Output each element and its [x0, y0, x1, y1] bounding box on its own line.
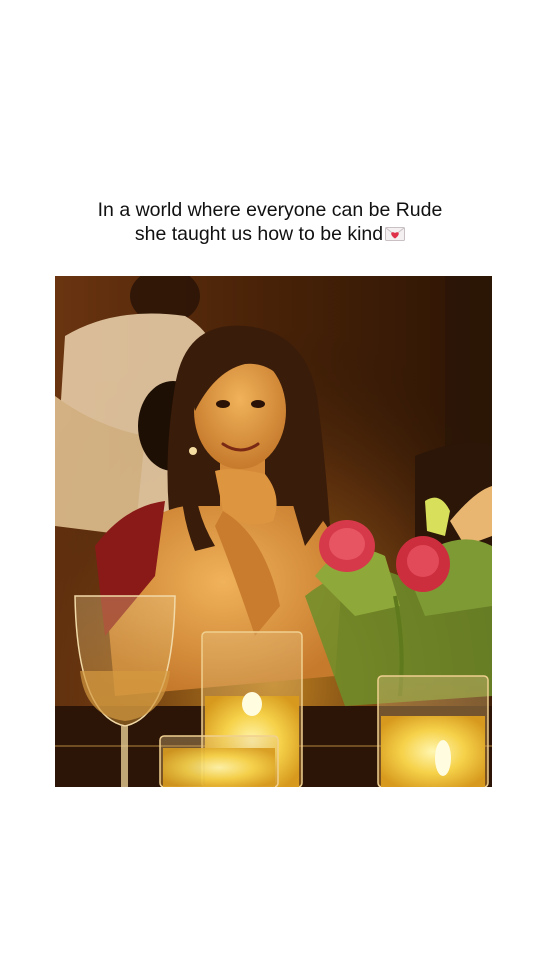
photo — [55, 276, 492, 787]
caption: In a world where everyone can be Rude sh… — [0, 198, 540, 246]
caption-line-2-wrap: she taught us how to be kind — [0, 222, 540, 246]
love-letter-icon — [385, 227, 406, 241]
candle-icon — [377, 675, 489, 787]
caption-line-1: In a world where everyone can be Rude — [97, 199, 443, 221]
caption-line-2: she taught us how to be kind — [134, 223, 384, 245]
dinner-photo — [55, 276, 492, 787]
candle-icon — [159, 735, 279, 787]
